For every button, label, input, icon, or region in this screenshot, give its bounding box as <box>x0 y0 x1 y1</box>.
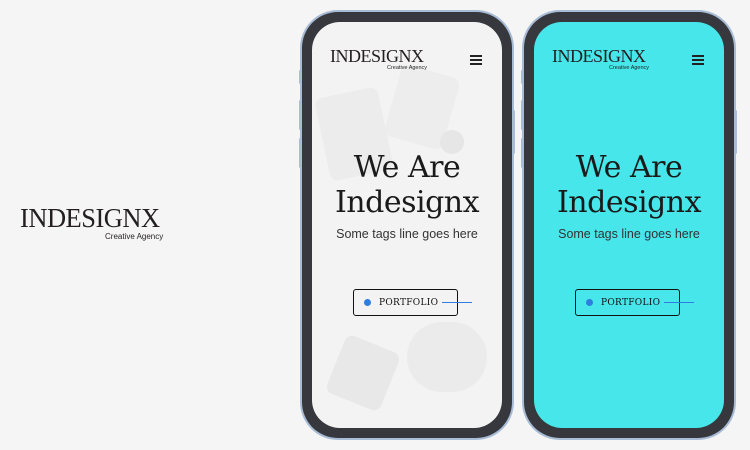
phone-logo-tagline: Creative Agency <box>609 65 650 71</box>
phone-mockup-light: INDESIGNX Creative Agency We Are Indesig… <box>299 12 515 438</box>
bullet-dot-icon <box>586 299 593 306</box>
phone-side-button <box>521 70 524 84</box>
button-accent-line <box>664 302 694 303</box>
button-accent-line <box>442 302 472 303</box>
phone-side-button <box>299 70 302 84</box>
phone-volume-down-button <box>521 138 524 168</box>
phone-logo-tagline: Creative Agency <box>387 65 428 71</box>
phone-mockup-cyan: INDESIGNX Creative Agency We Are Indesig… <box>521 12 737 438</box>
phone-volume-up-button <box>299 100 302 130</box>
headline-line-1: We Are <box>575 150 683 185</box>
phone-logo-wordmark: INDESIGNX <box>330 46 424 66</box>
brand-logo-tagline: Creative Agency <box>105 232 164 241</box>
phone-power-button <box>512 110 515 154</box>
phone-logo[interactable]: INDESIGNX Creative Agency <box>552 46 652 76</box>
phone-volume-up-button <box>521 100 524 130</box>
phone-screen: INDESIGNX Creative Agency We Are Indesig… <box>312 22 502 428</box>
menu-icon[interactable] <box>692 55 704 65</box>
menu-icon[interactable] <box>470 55 482 65</box>
hero-headline: We Are Indesignx <box>312 150 502 220</box>
brand-logo-wordmark: INDESIGNX <box>20 203 160 233</box>
brand-logo: INDESIGNX Creative Agency <box>20 203 164 244</box>
hero-headline: We Are Indesignx <box>534 150 724 220</box>
headline-line-1: We Are <box>353 150 461 185</box>
hero-tagline: Some tags line goes here <box>558 227 700 241</box>
bullet-dot-icon <box>364 299 371 306</box>
phone-screen: INDESIGNX Creative Agency We Are Indesig… <box>534 22 724 428</box>
hero-tagline: Some tags line goes here <box>336 227 478 241</box>
headline-line-2: Indesignx <box>334 185 480 220</box>
headline-line-2: Indesignx <box>556 185 702 220</box>
phone-volume-down-button <box>299 138 302 168</box>
phone-power-button <box>734 110 737 154</box>
phone-logo[interactable]: INDESIGNX Creative Agency <box>330 46 430 76</box>
phone-logo-wordmark: INDESIGNX <box>552 46 646 66</box>
portfolio-button-label: PORTFOLIO <box>379 297 439 308</box>
portfolio-button-label: PORTFOLIO <box>601 297 661 308</box>
